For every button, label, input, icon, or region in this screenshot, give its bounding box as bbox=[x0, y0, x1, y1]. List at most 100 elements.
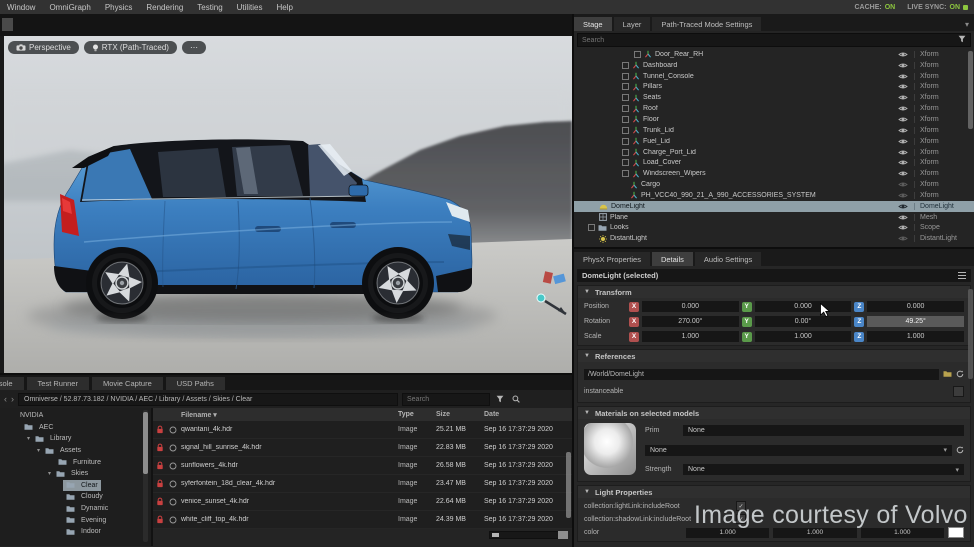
stage-row-cargo[interactable]: Cargo Xform bbox=[574, 179, 974, 190]
stage-row-pillars[interactable]: Pillars Xform bbox=[574, 82, 974, 93]
stage-row-looks[interactable]: Looks Scope bbox=[574, 223, 974, 234]
expander-box[interactable] bbox=[622, 115, 629, 123]
expander-icon[interactable]: ▾ bbox=[35, 447, 42, 454]
stage-row-door-rear-rh[interactable]: Door_Rear_RH Xform bbox=[574, 49, 974, 60]
stage-row-seats[interactable]: Seats Xform bbox=[574, 92, 974, 103]
folder-cloudy[interactable]: Cloudy bbox=[0, 491, 151, 503]
file-row-white-cliff-top-4k-hdr[interactable]: white_cliff_top_4k.hdr Image 24.39 MB Sep 1… bbox=[153, 511, 572, 529]
expander-icon[interactable]: ▾ bbox=[25, 435, 32, 442]
visibility-eye-icon[interactable] bbox=[892, 62, 914, 69]
expander-box[interactable] bbox=[622, 105, 629, 113]
menu-help[interactable]: Help bbox=[269, 3, 299, 12]
position-x-field[interactable]: 0.000 bbox=[642, 301, 739, 312]
folder-aec[interactable]: AEC bbox=[0, 422, 151, 434]
folder-evening[interactable]: Evening bbox=[0, 514, 151, 526]
visibility-eye-icon[interactable] bbox=[892, 170, 914, 177]
references-section-header[interactable]: ▼ References bbox=[578, 350, 970, 362]
visibility-eye-icon[interactable] bbox=[892, 235, 914, 242]
stage-row-dashboard[interactable]: Dashboard Xform bbox=[574, 60, 974, 71]
tab-stage[interactable]: Stage bbox=[574, 17, 612, 31]
scale-x-field[interactable]: 1.000 bbox=[642, 331, 739, 342]
menu-physics[interactable]: Physics bbox=[98, 3, 140, 12]
folder-assets[interactable]: ▾ Assets bbox=[0, 445, 151, 457]
stage-row-roof[interactable]: Roof Xform bbox=[574, 103, 974, 114]
renderer-selector-button[interactable]: RTX (Path-Traced) bbox=[83, 41, 177, 54]
stage-row-load-cover[interactable]: Load_Cover Xform bbox=[574, 157, 974, 168]
properties-scrollbar[interactable] bbox=[968, 289, 973, 379]
menu-utilities[interactable]: Utilities bbox=[230, 3, 270, 12]
expander-box[interactable] bbox=[588, 224, 595, 232]
tab-test-runner[interactable]: Test Runner bbox=[26, 377, 89, 390]
visibility-eye-icon[interactable] bbox=[892, 181, 914, 188]
material-dropdown[interactable]: None ▾ bbox=[645, 444, 952, 456]
expander-box[interactable] bbox=[622, 72, 629, 80]
expander-box[interactable] bbox=[622, 159, 629, 167]
tab-console[interactable]: Console bbox=[0, 377, 24, 390]
breadcrumb-back-icon[interactable]: ‹ bbox=[4, 394, 7, 404]
tab-details[interactable]: Details bbox=[651, 252, 693, 266]
file-row-venice-sunset-4k-hdr[interactable]: venice_sunset_4k.hdr Image 22.64 MB Sep 16 … bbox=[153, 493, 572, 511]
folder-indoor[interactable]: Indoor bbox=[0, 526, 151, 538]
menu-rendering[interactable]: Rendering bbox=[139, 3, 190, 12]
visibility-eye-icon[interactable] bbox=[892, 203, 914, 210]
stage-row-floor[interactable]: Floor Xform bbox=[574, 114, 974, 125]
breadcrumb[interactable]: Omniverse / 52.87.73.182 / NVIDIA / AEC … bbox=[18, 392, 398, 406]
visibility-eye-icon[interactable] bbox=[892, 105, 914, 112]
col-filename[interactable]: Filename ▾ bbox=[179, 411, 398, 419]
visibility-eye-icon[interactable] bbox=[892, 73, 914, 80]
menu-hamburger-icon[interactable] bbox=[958, 272, 966, 279]
expander-box[interactable] bbox=[622, 170, 629, 178]
rotation-z-field[interactable]: 49.25° bbox=[867, 316, 965, 327]
folder-dynamic[interactable]: Dynamic bbox=[0, 503, 151, 515]
folder-nvidia[interactable]: NVIDIA bbox=[0, 410, 151, 422]
scale-z-field[interactable]: 1.000 bbox=[867, 331, 965, 342]
file-row-qwantani-4k-hdr[interactable]: qwantani_4k.hdr Image 25.21 MB Sep 16 17:37… bbox=[153, 421, 572, 439]
viewport-options-button[interactable]: ⋯ bbox=[181, 41, 206, 54]
stage-row-windscreen-wipers[interactable]: Windscreen_Wipers Xform bbox=[574, 168, 974, 179]
tab-movie-capture[interactable]: Movie Capture bbox=[91, 377, 163, 390]
visibility-eye-icon[interactable] bbox=[892, 116, 914, 123]
visibility-eye-icon[interactable] bbox=[892, 138, 914, 145]
light-properties-section-header[interactable]: ▼ Light Properties bbox=[578, 486, 970, 498]
filter-icon[interactable] bbox=[494, 395, 506, 403]
stage-row-ph-vcc40-990-21-a-990-accessories-system[interactable]: PH_VCC40_990_21_A_990_ACCESSORIES_SYSTEM… bbox=[574, 190, 974, 201]
stage-row-charge-port-lid[interactable]: Charge_Port_Lid Xform bbox=[574, 147, 974, 158]
expander-box[interactable] bbox=[634, 50, 641, 58]
position-z-field[interactable]: 0.000 bbox=[867, 301, 965, 312]
stage-row-tunnel-console[interactable]: Tunnel_Console Xform bbox=[574, 71, 974, 82]
visibility-eye-icon[interactable] bbox=[892, 192, 914, 199]
folder-library[interactable]: ▾ Library bbox=[0, 433, 151, 445]
reference-path-field[interactable]: /World/DomeLight bbox=[584, 368, 939, 380]
panel-menu-chevron-icon[interactable]: ▾ bbox=[965, 20, 969, 29]
expander-box[interactable] bbox=[622, 94, 629, 102]
tab-physx-properties[interactable]: PhysX Properties bbox=[574, 252, 650, 266]
expander-box[interactable] bbox=[622, 137, 629, 145]
visibility-eye-icon[interactable] bbox=[892, 51, 914, 58]
visibility-eye-icon[interactable] bbox=[892, 159, 914, 166]
camera-selector-button[interactable]: Perspective bbox=[8, 41, 79, 54]
col-type[interactable]: Type bbox=[398, 411, 436, 418]
col-date[interactable]: Date bbox=[484, 411, 572, 418]
viewport-tab-nub[interactable] bbox=[2, 18, 13, 31]
browser-search-input[interactable]: Search bbox=[402, 392, 490, 406]
refresh-icon[interactable] bbox=[956, 365, 964, 383]
tab-audio-settings[interactable]: Audio Settings bbox=[694, 252, 762, 266]
visibility-eye-icon[interactable] bbox=[892, 224, 914, 231]
tab-layer[interactable]: Layer bbox=[613, 17, 651, 31]
menu-window[interactable]: Window bbox=[0, 3, 42, 12]
expander-box[interactable] bbox=[622, 61, 629, 69]
refresh-icon[interactable] bbox=[956, 441, 964, 459]
folder-icon[interactable] bbox=[943, 365, 952, 383]
scale-y-field[interactable]: 1.000 bbox=[754, 331, 852, 342]
folder-furniture[interactable]: Furniture bbox=[0, 456, 151, 468]
strength-dropdown[interactable]: None ▾ bbox=[683, 464, 964, 475]
visibility-eye-icon[interactable] bbox=[892, 94, 914, 101]
stage-row-fuel-lid[interactable]: Fuel_Lid Xform bbox=[574, 136, 974, 147]
menu-testing[interactable]: Testing bbox=[190, 3, 229, 12]
stage-row-trunk-lid[interactable]: Trunk_Lid Xform bbox=[574, 125, 974, 136]
file-row-syferfontein-18d-clear-4k-hdr[interactable]: syferfontein_18d_clear_4k.hdr Image 23.47 … bbox=[153, 475, 572, 493]
visibility-eye-icon[interactable] bbox=[892, 127, 914, 134]
breadcrumb-forward-icon[interactable]: › bbox=[11, 394, 14, 404]
expander-box[interactable] bbox=[622, 83, 629, 91]
materials-section-header[interactable]: ▼ Materials on selected models bbox=[578, 407, 970, 419]
